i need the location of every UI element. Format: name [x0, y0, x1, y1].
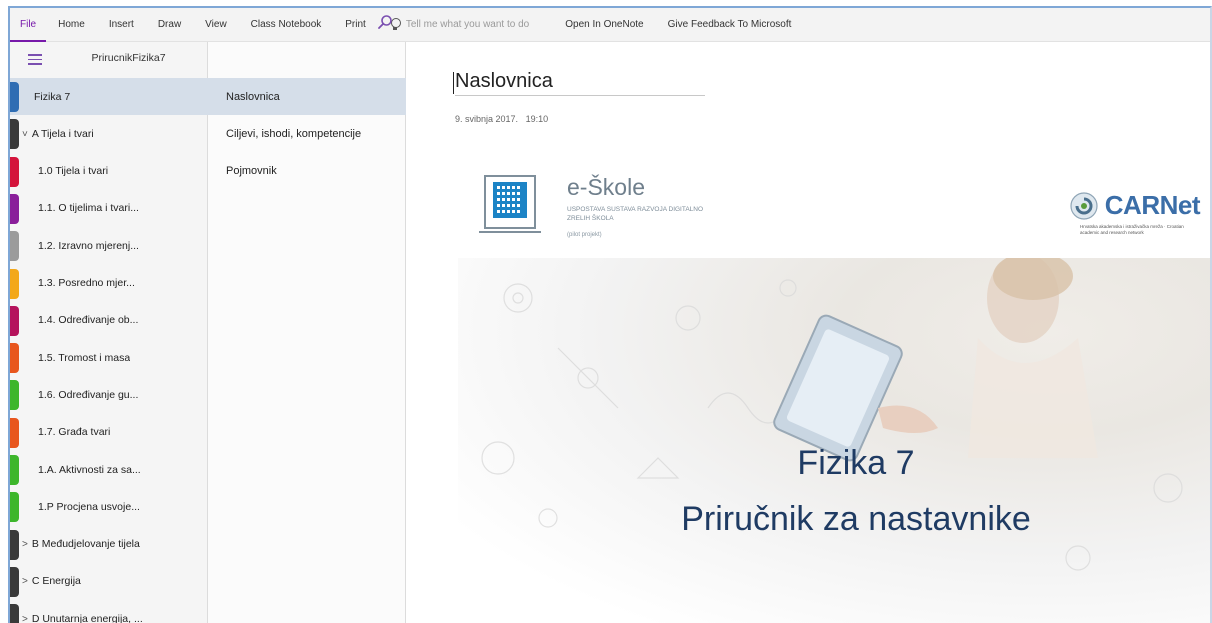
page-timestamp: 9. svibnja 2017. 19:10 — [455, 114, 548, 124]
section-label: B Međudjelovanje tijela — [31, 538, 140, 551]
section-color-tab — [10, 492, 19, 523]
section-label: 1.3. Posredno mjer... — [38, 277, 135, 289]
section-label: 1.0 Tijela i tvari — [38, 165, 109, 178]
section-color-tab — [10, 380, 19, 411]
cover-image: Fizika 7 Priručnik za nastavnike — [458, 258, 1210, 623]
section-color-tab — [10, 156, 19, 187]
section-item[interactable]: 1.5. Tromost i masa — [10, 339, 208, 376]
section-navigation-pane: PrirucnikFizika7 Fizika 7 ˅ A Tijela i tva… — [10, 42, 208, 623]
section-label: 1.2. Izravno mjerenj... — [38, 239, 139, 252]
page-time: 19:10 — [525, 114, 549, 124]
section-label: 1.1. O tijelima i tvari... — [38, 202, 139, 215]
page-item[interactable]: Ciljevi, ishodi, kompetencije — [208, 115, 406, 152]
eskole-subtitle: Uspostava sustava razvoja digitalno zrel… — [567, 206, 704, 222]
section-item[interactable]: Fizika 7 — [10, 78, 208, 115]
section-item[interactable]: 1.7. Građa tvari — [10, 414, 208, 451]
section-color-tab — [10, 193, 19, 224]
chevron-right-icon[interactable]: > — [22, 614, 28, 623]
section-color-tab — [10, 305, 19, 336]
page-item[interactable]: Pojmovnik — [208, 153, 406, 190]
cover-illustration — [481, 258, 1183, 571]
ribbon-menu-bar: File Home Insert Draw View Class Noteboo… — [10, 8, 1210, 42]
page-navigation-pane: Naslovnica Ciljevi, ishodi, kompetencije P… — [208, 15, 406, 623]
menu-insert[interactable]: Insert — [97, 19, 146, 30]
section-color-tab — [10, 231, 19, 262]
chevron-down-icon[interactable]: ˅ — [22, 129, 28, 140]
section-label: 1.4. Određivanje ob... — [38, 314, 139, 327]
menu-print[interactable]: Print — [333, 19, 378, 30]
section-label: C Energija — [31, 575, 81, 588]
logo-strip: e-Škole Uspostava sustava razvoja digita… — [475, 160, 1210, 248]
page-item[interactable]: Naslovnica — [208, 78, 406, 115]
section-label: D Unutarnja energija, ... — [31, 612, 143, 623]
menu-home[interactable]: Home — [46, 19, 97, 30]
section-color-tab — [10, 417, 19, 448]
open-in-onenote-link[interactable]: Open In OneNote — [553, 19, 655, 30]
search-icon[interactable] — [377, 14, 393, 30]
cover-subtitle: Priručnik za nastavnike — [681, 500, 1031, 538]
section-color-tab — [10, 455, 19, 485]
eskole-logo-icon — [479, 175, 541, 233]
section-item[interactable]: ˅ A Tijela i tvari — [10, 115, 208, 152]
section-color-tab — [10, 604, 19, 623]
section-item[interactable]: 1.2. Izravno mjerenj... — [10, 227, 208, 264]
section-color-tab — [10, 343, 19, 374]
section-item[interactable]: > B Međudjelovanje tijela — [10, 526, 208, 563]
section-label: 1.P Procjena usvoje... — [38, 500, 140, 513]
carnet-logo: CARNet — [1069, 190, 1201, 221]
menu-view[interactable]: View — [193, 19, 239, 30]
section-label: Fizika 7 — [34, 90, 71, 103]
section-color-tab — [10, 268, 19, 299]
section-label: 1.7. Građa tvari — [38, 426, 111, 439]
onenote-window: File Home Insert Draw View Class Noteboo… — [8, 6, 1212, 623]
section-color-tab — [10, 119, 19, 150]
section-color-tab — [10, 82, 19, 112]
page-label: Naslovnica — [226, 90, 280, 103]
section-item[interactable]: > C Energija — [10, 563, 208, 600]
page-date: 9. svibnja 2017. — [455, 114, 519, 124]
section-item[interactable]: 1.3. Posredno mjer... — [10, 265, 208, 302]
section-label: A Tijela i tvari — [31, 127, 94, 140]
section-color-tab — [10, 529, 19, 560]
notebook-header: PrirucnikFizika7 — [10, 42, 207, 78]
carnet-subtitle: Hrvatska akademska i istraživačka mreža … — [1080, 224, 1184, 235]
tell-me-placeholder: Tell me what you want to do — [405, 19, 530, 30]
page-title[interactable]: Naslovnica — [453, 70, 705, 96]
section-label: 1.5. Tromost i masa — [38, 351, 131, 364]
tell-me-box[interactable]: Tell me what you want to do — [378, 18, 553, 31]
section-color-tab — [10, 566, 19, 597]
menu-class-notebook[interactable]: Class Notebook — [239, 19, 334, 30]
section-item[interactable]: 1.1. O tijelima i tvari... — [10, 190, 208, 227]
eskole-name: e-Škole — [567, 174, 645, 200]
chevron-right-icon[interactable]: > — [22, 539, 28, 550]
chevron-right-icon[interactable]: > — [22, 576, 28, 587]
section-item[interactable]: 1.6. Određivanje gu... — [10, 376, 208, 413]
menu-draw[interactable]: Draw — [146, 19, 193, 30]
section-item[interactable]: 1.P Procjena usvoje... — [10, 488, 208, 525]
section-item[interactable]: 1.0 Tijela i tvari — [10, 153, 208, 190]
section-item[interactable]: 1.A. Aktivnosti za sa... — [10, 451, 208, 488]
give-feedback-link[interactable]: Give Feedback To Microsoft — [656, 19, 804, 30]
carnet-name: CARNet — [1104, 190, 1201, 220]
page-label: Pojmovnik — [226, 165, 277, 178]
carnet-swirl-icon — [1070, 191, 1098, 220]
section-item[interactable]: > D Unutarnja energija, ... — [10, 600, 208, 623]
section-label: 1.6. Određivanje gu... — [38, 388, 139, 401]
cover-title: Fizika 7 — [797, 444, 915, 482]
eskole-note: (pilot projekt) — [567, 232, 602, 238]
menu-file[interactable]: File — [10, 8, 47, 42]
page-canvas[interactable]: Naslovnica 9. svibnja 2017. 19:10 e-Škol… — [407, 42, 1210, 623]
page-label: Ciljevi, ishodi, kompetencije — [226, 127, 362, 140]
section-label: 1.A. Aktivnosti za sa... — [38, 463, 141, 476]
section-item[interactable]: 1.4. Određivanje ob... — [10, 302, 208, 339]
notebook-title[interactable]: PrirucnikFizika7 — [10, 52, 207, 64]
